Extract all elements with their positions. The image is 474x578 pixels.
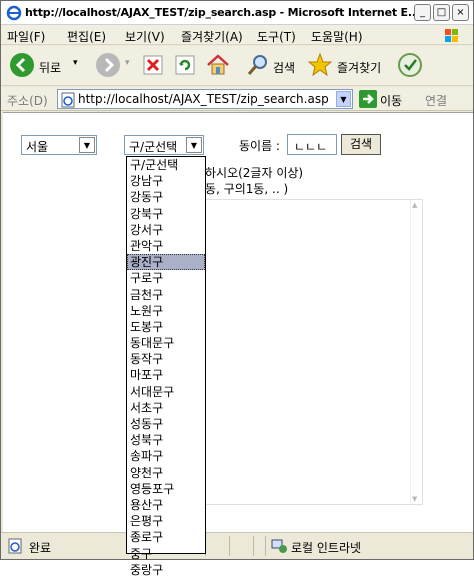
refresh-icon[interactable]: [175, 55, 195, 75]
scroll-down-icon[interactable]: ▼: [412, 495, 417, 503]
menu-view[interactable]: 보기(V): [125, 28, 165, 45]
district-option[interactable]: 서대문구: [127, 384, 205, 400]
page-icon: [61, 92, 75, 108]
district-option[interactable]: 양천구: [127, 465, 205, 481]
search-label[interactable]: 검색: [273, 59, 295, 76]
dong-label: 동이름 :: [239, 139, 280, 153]
city-select[interactable]: 서울 ▼: [21, 135, 97, 155]
toolbar: 뒤로 ▾ ▾ 검색 즐겨찾기: [1, 46, 473, 86]
district-option[interactable]: 강동구: [127, 189, 205, 205]
go-arrow-icon[interactable]: [359, 90, 377, 108]
district-option[interactable]: 은평구: [127, 513, 205, 529]
chevron-down-icon[interactable]: ▼: [186, 137, 202, 153]
forward-icon[interactable]: [95, 52, 121, 78]
district-option[interactable]: 성동구: [127, 416, 205, 432]
district-option[interactable]: 송파구: [127, 448, 205, 464]
district-option[interactable]: 중랑구: [127, 562, 205, 578]
district-option[interactable]: 광진구: [127, 254, 205, 271]
chevron-down-icon[interactable]: ▼: [79, 137, 95, 153]
city-select-value: 서울: [26, 140, 49, 154]
district-option[interactable]: 성북구: [127, 432, 205, 448]
favorites-star-icon[interactable]: [307, 52, 333, 78]
district-select-value: 구/군선택: [129, 140, 178, 154]
back-label[interactable]: 뒤로: [39, 59, 61, 76]
district-option[interactable]: 강남구: [127, 173, 205, 189]
browser-window: http://localhost/AJAX_TEST/zip_search.as…: [0, 0, 474, 577]
favorites-label[interactable]: 즐겨찾기: [337, 59, 381, 76]
home-icon[interactable]: [205, 52, 231, 78]
district-option[interactable]: 노원구: [127, 303, 205, 319]
address-label: 주소(D): [7, 94, 48, 108]
menu-favorites[interactable]: 즐겨찾기(A): [181, 28, 243, 45]
scroll-up-icon[interactable]: ▲: [412, 201, 417, 209]
address-url[interactable]: http://localhost/AJAX_TEST/zip_search.as…: [78, 92, 329, 106]
media-icon[interactable]: [397, 52, 423, 78]
ie-icon: [6, 5, 22, 21]
stop-icon[interactable]: [143, 55, 163, 75]
dong-input[interactable]: ㄴㄴㄴ: [287, 134, 337, 155]
go-button[interactable]: 이동: [380, 92, 402, 109]
menu-bar: 파일(F) 편집(E) 보기(V) 즐겨찾기(A) 도구(T) 도움말(H): [1, 25, 473, 45]
windows-logo-icon: [445, 29, 458, 42]
window-title: http://localhost/AJAX_TEST/zip_search.as…: [25, 6, 420, 19]
status-text: 완료: [29, 541, 52, 555]
district-option[interactable]: 마포구: [127, 367, 205, 383]
address-dropdown-icon[interactable]: ▼: [336, 91, 351, 107]
back-dropdown-icon[interactable]: ▾: [73, 58, 78, 68]
close-button[interactable]: ×: [452, 4, 469, 21]
maximize-button[interactable]: □: [433, 4, 450, 21]
hint-text: 하시오(2글자 이상): [205, 166, 304, 180]
intranet-zone-icon: [271, 539, 287, 553]
district-option[interactable]: 구로구: [127, 270, 205, 286]
district-option[interactable]: 서초구: [127, 400, 205, 416]
menu-edit[interactable]: 편집(E): [67, 28, 106, 45]
district-option[interactable]: 동작구: [127, 351, 205, 367]
address-field[interactable]: http://localhost/AJAX_TEST/zip_search.as…: [57, 89, 353, 109]
minimize-button[interactable]: _: [414, 4, 431, 21]
district-option[interactable]: 동대문구: [127, 335, 205, 351]
results-scrollbar[interactable]: ▲ ▼: [410, 200, 422, 504]
search-icon[interactable]: [245, 52, 271, 78]
title-bar: http://localhost/AJAX_TEST/zip_search.as…: [1, 1, 473, 25]
back-icon[interactable]: [9, 52, 35, 78]
menu-help[interactable]: 도움말(H): [311, 28, 363, 45]
hint-example-text: 동, 구의1동, .. ): [205, 182, 289, 196]
results-list[interactable]: ▲ ▼: [205, 199, 423, 505]
district-option[interactable]: 종로구: [127, 529, 205, 545]
district-select[interactable]: 구/군선택 ▼: [124, 135, 204, 155]
menu-file[interactable]: 파일(F): [7, 28, 45, 45]
page-done-icon: [8, 538, 22, 554]
district-option[interactable]: 구/군선택: [127, 157, 205, 173]
district-option[interactable]: 강서구: [127, 222, 205, 238]
links-label[interactable]: 연결: [425, 92, 447, 109]
district-dropdown-list[interactable]: 구/군선택 강남구 강동구 강북구 강서구 관악구 광진구 구로구 금천구 노원구 도봉구 동대문구 동…: [126, 156, 206, 577]
menu-tools[interactable]: 도구(T): [257, 28, 296, 45]
district-option[interactable]: 강북구: [127, 206, 205, 222]
district-option[interactable]: 중구: [127, 546, 205, 562]
district-option[interactable]: 도봉구: [127, 319, 205, 335]
address-bar: 주소(D) http://localhost/AJAX_TEST/zip_sea…: [1, 87, 473, 111]
status-bar: 완료 로컬 인트라넷: [1, 532, 473, 559]
district-option[interactable]: 용산구: [127, 497, 205, 513]
district-option[interactable]: 관악구: [127, 238, 205, 254]
security-zone-text: 로컬 인트라넷: [291, 541, 362, 555]
forward-dropdown-icon[interactable]: ▾: [125, 58, 130, 68]
search-button[interactable]: 검색: [341, 134, 381, 155]
page-content: 서울 ▼ 구/군선택 ▼ 동이름 : ㄴㄴㄴ 검색 하시오(2글자 이상) 동,…: [3, 112, 473, 577]
district-option[interactable]: 영등포구: [127, 481, 205, 497]
district-option[interactable]: 금천구: [127, 287, 205, 303]
